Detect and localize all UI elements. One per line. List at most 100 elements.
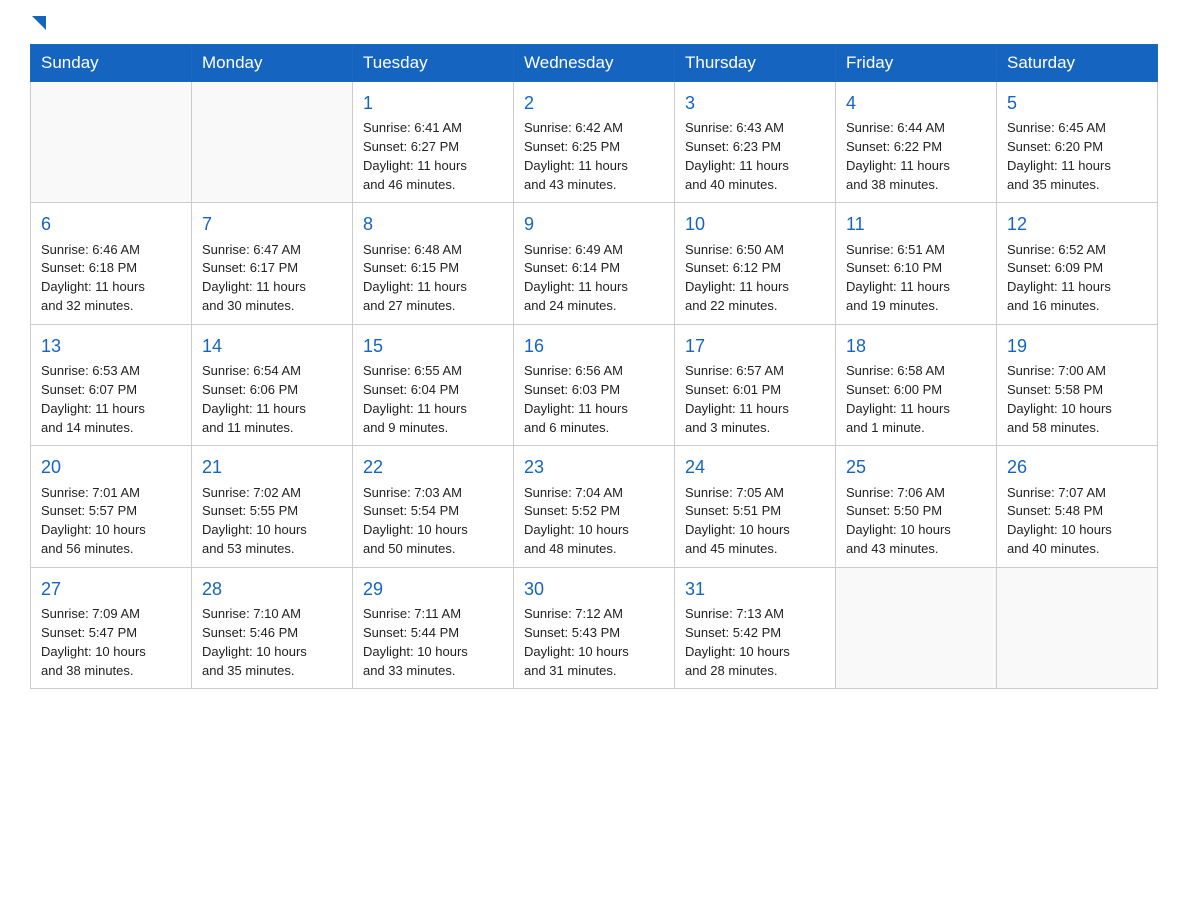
day-info: Sunrise: 6:44 AM Sunset: 6:22 PM Dayligh… <box>846 119 986 194</box>
day-number: 30 <box>524 576 664 602</box>
calendar-day-cell: 31Sunrise: 7:13 AM Sunset: 5:42 PM Dayli… <box>675 567 836 688</box>
day-info: Sunrise: 7:12 AM Sunset: 5:43 PM Dayligh… <box>524 605 664 680</box>
day-number: 2 <box>524 90 664 116</box>
day-info: Sunrise: 7:09 AM Sunset: 5:47 PM Dayligh… <box>41 605 181 680</box>
calendar-day-cell: 25 Sunrise: 7:06 AM Sunset: 5:50 PM Dayli… <box>836 446 997 567</box>
weekday-header-monday: Monday <box>192 45 353 82</box>
day-number: 1 <box>363 90 503 116</box>
weekday-header-sunday: Sunday <box>31 45 192 82</box>
logo <box>30 20 60 34</box>
day-info: Sunrise: 6:57 AM Sunset: 6:01 PM Dayligh… <box>685 362 825 437</box>
day-info: Sunrise: 6:45 AM Sunset: 6:20 PM Dayligh… <box>1007 119 1147 194</box>
calendar-day-cell: 10 Sunrise: 6:50 AM Sunset: 6:12 PM Dayli… <box>675 203 836 324</box>
day-number: 31 <box>685 576 825 602</box>
calendar-day-cell: 27 Sunrise: 7:09 AM Sunset: 5:47 PM Dayli… <box>31 567 192 688</box>
day-info: Sunrise: 6:58 AM Sunset: 6:00 PM Dayligh… <box>846 362 986 437</box>
calendar-day-cell: 4 Sunrise: 6:44 AM Sunset: 6:22 PM Daylig… <box>836 82 997 203</box>
calendar-day-cell: 7Sunrise: 6:47 AM Sunset: 6:17 PM Daylig… <box>192 203 353 324</box>
calendar-day-cell: 19 Sunrise: 7:00 AM Sunset: 5:58 PM Dayli… <box>997 324 1158 445</box>
day-number: 27 <box>41 576 181 602</box>
calendar-day-cell: 29 Sunrise: 7:11 AM Sunset: 5:44 PM Dayli… <box>353 567 514 688</box>
day-info: Sunrise: 7:11 AM Sunset: 5:44 PM Dayligh… <box>363 605 503 680</box>
calendar-day-cell: 8 Sunrise: 6:48 AM Sunset: 6:15 PM Daylig… <box>353 203 514 324</box>
calendar-table: SundayMondayTuesdayWednesdayThursdayFrid… <box>30 44 1158 689</box>
calendar-header: SundayMondayTuesdayWednesdayThursdayFrid… <box>31 45 1158 82</box>
calendar-day-cell: 23 Sunrise: 7:04 AM Sunset: 5:52 PM Dayli… <box>514 446 675 567</box>
calendar-day-cell: 17 Sunrise: 6:57 AM Sunset: 6:01 PM Dayli… <box>675 324 836 445</box>
day-number: 9 <box>524 211 664 237</box>
logo-arrow-icon <box>32 16 46 30</box>
day-number: 10 <box>685 211 825 237</box>
day-info: Sunrise: 6:50 AM Sunset: 6:12 PM Dayligh… <box>685 241 825 316</box>
weekday-header-tuesday: Tuesday <box>353 45 514 82</box>
day-number: 7 <box>202 211 342 237</box>
day-number: 11 <box>846 211 986 237</box>
calendar-week-row: 27 Sunrise: 7:09 AM Sunset: 5:47 PM Dayli… <box>31 567 1158 688</box>
day-number: 15 <box>363 333 503 359</box>
calendar-day-cell: 26 Sunrise: 7:07 AM Sunset: 5:48 PM Dayli… <box>997 446 1158 567</box>
calendar-week-row: 1Sunrise: 6:41 AM Sunset: 6:27 PM Daylig… <box>31 82 1158 203</box>
calendar-day-cell: 20 Sunrise: 7:01 AM Sunset: 5:57 PM Dayli… <box>31 446 192 567</box>
calendar-day-cell: 15 Sunrise: 6:55 AM Sunset: 6:04 PM Dayli… <box>353 324 514 445</box>
day-info: Sunrise: 6:53 AM Sunset: 6:07 PM Dayligh… <box>41 362 181 437</box>
day-number: 17 <box>685 333 825 359</box>
calendar-day-cell <box>836 567 997 688</box>
calendar-day-cell: 14 Sunrise: 6:54 AM Sunset: 6:06 PM Dayli… <box>192 324 353 445</box>
day-number: 24 <box>685 454 825 480</box>
day-number: 4 <box>846 90 986 116</box>
day-info: Sunrise: 6:49 AM Sunset: 6:14 PM Dayligh… <box>524 241 664 316</box>
day-info: Sunrise: 6:56 AM Sunset: 6:03 PM Dayligh… <box>524 362 664 437</box>
day-info: Sunrise: 6:42 AM Sunset: 6:25 PM Dayligh… <box>524 119 664 194</box>
day-number: 19 <box>1007 333 1147 359</box>
calendar-day-cell: 22 Sunrise: 7:03 AM Sunset: 5:54 PM Dayli… <box>353 446 514 567</box>
day-number: 22 <box>363 454 503 480</box>
calendar-day-cell: 2 Sunrise: 6:42 AM Sunset: 6:25 PM Daylig… <box>514 82 675 203</box>
calendar-day-cell <box>997 567 1158 688</box>
day-info: Sunrise: 6:55 AM Sunset: 6:04 PM Dayligh… <box>363 362 503 437</box>
day-number: 8 <box>363 211 503 237</box>
calendar-week-row: 20 Sunrise: 7:01 AM Sunset: 5:57 PM Dayli… <box>31 446 1158 567</box>
calendar-week-row: 13 Sunrise: 6:53 AM Sunset: 6:07 PM Dayli… <box>31 324 1158 445</box>
calendar-day-cell <box>31 82 192 203</box>
day-info: Sunrise: 7:01 AM Sunset: 5:57 PM Dayligh… <box>41 484 181 559</box>
weekday-header-wednesday: Wednesday <box>514 45 675 82</box>
calendar-week-row: 6 Sunrise: 6:46 AM Sunset: 6:18 PM Daylig… <box>31 203 1158 324</box>
day-info: Sunrise: 7:02 AM Sunset: 5:55 PM Dayligh… <box>202 484 342 559</box>
calendar-day-cell: 1Sunrise: 6:41 AM Sunset: 6:27 PM Daylig… <box>353 82 514 203</box>
calendar-body: 1Sunrise: 6:41 AM Sunset: 6:27 PM Daylig… <box>31 82 1158 689</box>
day-number: 26 <box>1007 454 1147 480</box>
day-info: Sunrise: 7:03 AM Sunset: 5:54 PM Dayligh… <box>363 484 503 559</box>
day-number: 23 <box>524 454 664 480</box>
day-number: 20 <box>41 454 181 480</box>
day-info: Sunrise: 6:43 AM Sunset: 6:23 PM Dayligh… <box>685 119 825 194</box>
weekday-header-row: SundayMondayTuesdayWednesdayThursdayFrid… <box>31 45 1158 82</box>
day-info: Sunrise: 6:51 AM Sunset: 6:10 PM Dayligh… <box>846 241 986 316</box>
day-number: 3 <box>685 90 825 116</box>
day-number: 6 <box>41 211 181 237</box>
calendar-day-cell: 11 Sunrise: 6:51 AM Sunset: 6:10 PM Dayli… <box>836 203 997 324</box>
day-number: 29 <box>363 576 503 602</box>
day-info: Sunrise: 6:54 AM Sunset: 6:06 PM Dayligh… <box>202 362 342 437</box>
day-number: 13 <box>41 333 181 359</box>
calendar-day-cell: 28Sunrise: 7:10 AM Sunset: 5:46 PM Dayli… <box>192 567 353 688</box>
calendar-day-cell: 16Sunrise: 6:56 AM Sunset: 6:03 PM Dayli… <box>514 324 675 445</box>
calendar-day-cell <box>192 82 353 203</box>
day-info: Sunrise: 6:52 AM Sunset: 6:09 PM Dayligh… <box>1007 241 1147 316</box>
calendar-day-cell: 9 Sunrise: 6:49 AM Sunset: 6:14 PM Daylig… <box>514 203 675 324</box>
day-info: Sunrise: 6:46 AM Sunset: 6:18 PM Dayligh… <box>41 241 181 316</box>
calendar-day-cell: 12 Sunrise: 6:52 AM Sunset: 6:09 PM Dayli… <box>997 203 1158 324</box>
day-number: 14 <box>202 333 342 359</box>
day-info: Sunrise: 6:48 AM Sunset: 6:15 PM Dayligh… <box>363 241 503 316</box>
day-number: 12 <box>1007 211 1147 237</box>
day-info: Sunrise: 7:00 AM Sunset: 5:58 PM Dayligh… <box>1007 362 1147 437</box>
day-info: Sunrise: 7:06 AM Sunset: 5:50 PM Dayligh… <box>846 484 986 559</box>
day-info: Sunrise: 7:07 AM Sunset: 5:48 PM Dayligh… <box>1007 484 1147 559</box>
day-info: Sunrise: 7:04 AM Sunset: 5:52 PM Dayligh… <box>524 484 664 559</box>
calendar-day-cell: 6 Sunrise: 6:46 AM Sunset: 6:18 PM Daylig… <box>31 203 192 324</box>
day-number: 5 <box>1007 90 1147 116</box>
calendar-day-cell: 3 Sunrise: 6:43 AM Sunset: 6:23 PM Daylig… <box>675 82 836 203</box>
day-number: 25 <box>846 454 986 480</box>
calendar-day-cell: 30 Sunrise: 7:12 AM Sunset: 5:43 PM Dayli… <box>514 567 675 688</box>
day-number: 18 <box>846 333 986 359</box>
day-number: 21 <box>202 454 342 480</box>
